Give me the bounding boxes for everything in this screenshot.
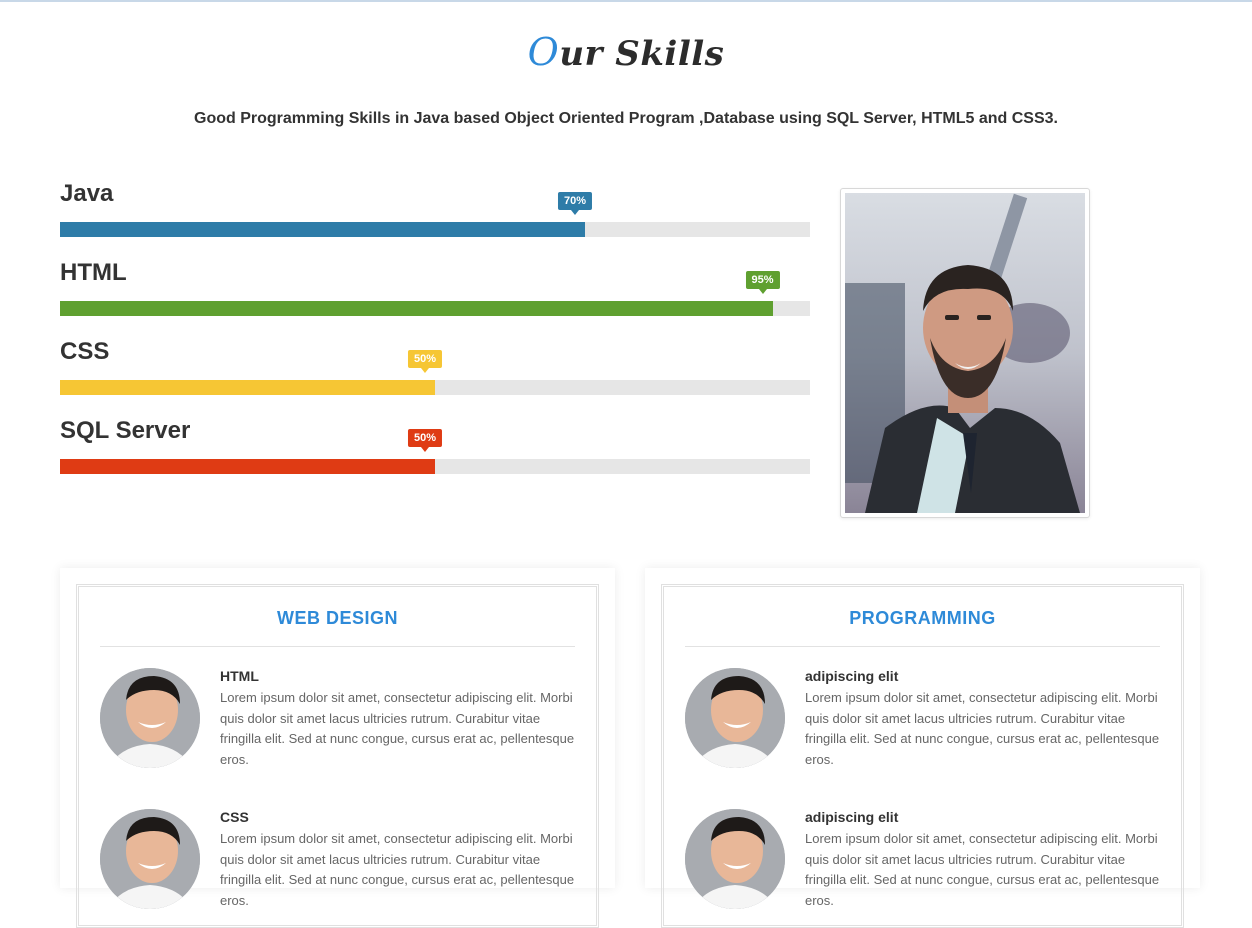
profile-photo-illustration xyxy=(845,193,1085,513)
card-divider xyxy=(100,646,575,647)
skill-name: CSS xyxy=(60,338,110,365)
skill-fill xyxy=(60,380,435,395)
skill-track xyxy=(60,380,810,395)
list-item: CSS Lorem ipsum dolor sit amet, consecte… xyxy=(100,809,575,919)
card-programming: PROGRAMMING adipiscing elit Lorem ipsum … xyxy=(645,568,1200,928)
list-item: adipiscing elit Lorem ipsum dolor sit am… xyxy=(685,809,1160,919)
skill-name: HTML xyxy=(60,259,127,286)
list-item: HTML Lorem ipsum dolor sit amet, consect… xyxy=(100,668,575,778)
skill-track xyxy=(60,301,810,316)
avatar-illustration xyxy=(685,668,785,768)
card-title: PROGRAMMING xyxy=(849,608,996,628)
item-title: adipiscing elit xyxy=(805,668,899,684)
skill-name: Java xyxy=(60,180,114,207)
avatar xyxy=(685,668,785,768)
skill-percent-badge: 50% xyxy=(407,350,443,373)
skill-sql-server: SQL Server 50% xyxy=(60,415,810,494)
skill-track xyxy=(60,222,810,237)
card-title: WEB DESIGN xyxy=(276,608,398,628)
profile-photo xyxy=(845,193,1085,513)
heading-rest: ur Skills xyxy=(559,34,725,74)
top-border-line xyxy=(0,0,1252,2)
skill-percent-badge: 95% xyxy=(745,271,780,294)
skill-percent-badge: 50% xyxy=(407,429,443,452)
avatar xyxy=(100,809,200,909)
avatar-illustration xyxy=(100,668,200,768)
skills-subtitle: Good Programming Skills in Java based Ob… xyxy=(194,110,1058,127)
avatar-illustration xyxy=(100,809,200,909)
section-heading: Our Skills xyxy=(0,30,1252,74)
item-text: Lorem ipsum dolor sit amet, consectetur … xyxy=(220,831,575,908)
skill-percent-badge: 70% xyxy=(557,192,593,215)
skill-java: Java 70% xyxy=(60,178,810,257)
skill-fill xyxy=(60,459,435,474)
card-divider xyxy=(685,646,1160,647)
skill-css: CSS 50% xyxy=(60,336,810,415)
skill-bars: Java 70% HTML 95% CSS 50% SQL Server 50% xyxy=(60,178,810,494)
skill-track xyxy=(60,459,810,474)
avatar-illustration xyxy=(685,809,785,909)
item-title: CSS xyxy=(220,809,249,825)
item-title: adipiscing elit xyxy=(805,809,899,825)
skill-html: HTML 95% xyxy=(60,257,810,336)
card-web-design: WEB DESIGN HTML Lorem ipsum dolor sit am… xyxy=(60,568,615,928)
item-text: Lorem ipsum dolor sit amet, consectetur … xyxy=(805,831,1160,908)
heading-first-letter: O xyxy=(527,30,560,74)
item-title: HTML xyxy=(220,668,259,684)
avatar xyxy=(100,668,200,768)
profile-photo-frame xyxy=(840,188,1090,518)
skill-name: SQL Server xyxy=(60,417,191,444)
avatar xyxy=(685,809,785,909)
item-text: Lorem ipsum dolor sit amet, consectetur … xyxy=(805,690,1160,767)
skill-fill xyxy=(60,222,585,237)
item-text: Lorem ipsum dolor sit amet, consectetur … xyxy=(220,690,575,767)
list-item: adipiscing elit Lorem ipsum dolor sit am… xyxy=(685,668,1160,778)
skill-fill xyxy=(60,301,773,316)
